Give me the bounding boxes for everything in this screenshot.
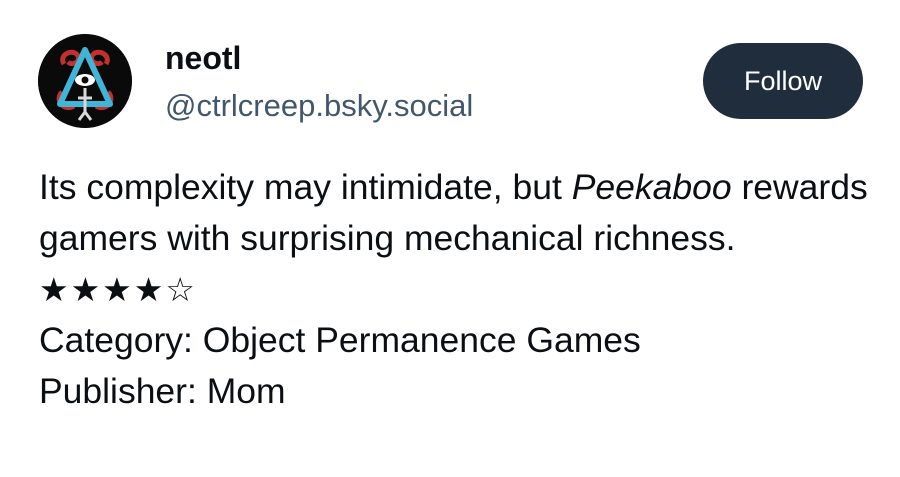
post-review-text: Its complexity may intimidate, but Peeka… bbox=[39, 162, 879, 264]
post-body: Its complexity may intimidate, but Peeka… bbox=[39, 162, 879, 417]
author-display-name[interactable]: neotl bbox=[165, 38, 241, 78]
post-text-before: Its complexity may intimidate, but bbox=[39, 167, 572, 207]
post-card: neotl @ctrlcreep.bsky.social Follow Its … bbox=[0, 0, 900, 477]
follow-button[interactable]: Follow bbox=[703, 43, 863, 119]
publisher-line: Publisher: Mom bbox=[39, 371, 286, 411]
eye-triangle-emblem-icon bbox=[38, 34, 132, 128]
author-handle[interactable]: @ctrlcreep.bsky.social bbox=[165, 86, 473, 126]
game-title: Peekaboo bbox=[571, 167, 732, 207]
category-line: Category: Object Permanence Games bbox=[39, 320, 641, 360]
star-rating: ★★★★☆ bbox=[39, 270, 197, 309]
avatar[interactable] bbox=[38, 34, 132, 128]
